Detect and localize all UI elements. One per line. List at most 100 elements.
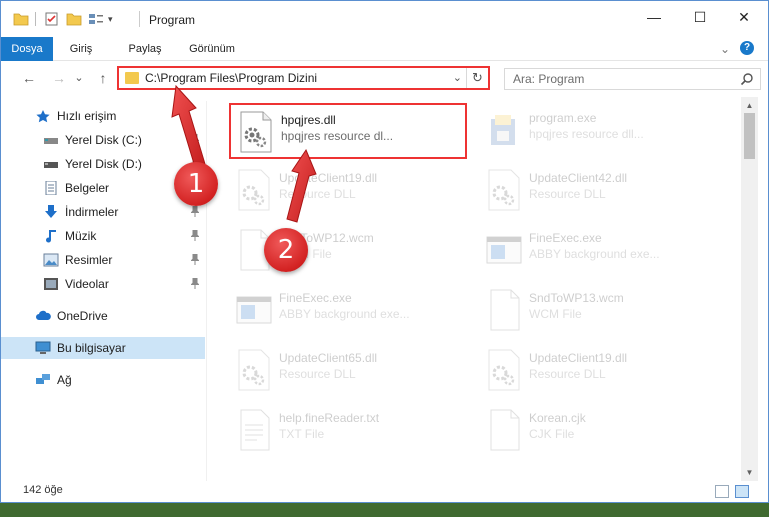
pin-icon[interactable] <box>191 254 199 265</box>
file-tile-fineexec-exe[interactable]: FineExec.exe ABBY background exe... <box>229 283 467 339</box>
download-icon <box>45 205 57 218</box>
dll-gear-icon <box>238 349 270 391</box>
sidebar-item-music[interactable]: Müzik <box>1 225 205 247</box>
file-tile-fineexec-exe[interactable]: FineExec.exe ABBY background exe... <box>479 223 717 279</box>
file-description: hpqjres resource dl... <box>281 129 394 143</box>
help-icon[interactable]: ? <box>740 41 754 55</box>
pin-icon[interactable] <box>191 134 199 145</box>
file-description: hpqjres resource dll... <box>529 127 644 141</box>
navigation-pane: Hızlı erişim Yerel Disk (C:) Yerel Disk … <box>1 101 205 481</box>
ribbon-expand-chevron-icon[interactable]: ⌄ <box>717 37 733 61</box>
vertical-scrollbar[interactable]: ▲ ▼ <box>741 97 758 481</box>
sidebar-item-label: OneDrive <box>57 309 108 323</box>
sidebar-item-local-disk-d[interactable]: Yerel Disk (D:) <box>1 153 205 175</box>
file-name: FineExec.exe <box>279 291 352 305</box>
file-tile-updateclient19-dll-2[interactable]: UpdateClient19.dll Resource DLL <box>479 343 717 399</box>
scroll-up-arrow-icon[interactable]: ▲ <box>741 97 758 114</box>
search-icon[interactable] <box>740 72 754 86</box>
pane-divider[interactable] <box>206 101 207 481</box>
properties-icon[interactable] <box>44 12 60 26</box>
file-tile-help-finereader-txt[interactable]: help.fineReader.txt TXT File <box>229 403 467 459</box>
dll-gear-icon <box>488 169 520 211</box>
details-view-icon[interactable] <box>715 485 729 498</box>
sidebar-item-this-pc[interactable]: Bu bilgisayar <box>1 337 205 359</box>
back-button[interactable]: ← <box>19 69 39 87</box>
sidebar-item-label: Belgeler <box>65 181 110 195</box>
pictures-icon <box>43 253 59 267</box>
address-dropdown-icon[interactable]: ⌄ <box>453 71 462 84</box>
sidebar-item-label: Hızlı erişim <box>57 109 117 123</box>
file-tile-updateclient19-dll[interactable]: UpdateClient19.dll Resource DLL <box>229 163 467 219</box>
address-bar[interactable]: C:\Program Files\Program Dizini ⌄ ↻ <box>117 66 490 90</box>
item-count: 142 öğe <box>23 484 63 496</box>
app-window-icon <box>486 236 522 264</box>
file-tile-hpqjres-dll[interactable]: hpqjres.dll hpqjres resource dl... <box>229 103 467 159</box>
customize-toolbar-chevron-icon[interactable]: ▾ <box>108 14 113 25</box>
documents-icon <box>45 181 57 195</box>
forward-button[interactable]: → <box>49 69 69 87</box>
file-description: ABBY background exe... <box>279 307 410 321</box>
sidebar-item-local-disk-c[interactable]: Yerel Disk (C:) <box>1 129 205 151</box>
explorer-window: ▾ Program — ☐ ✕ Dosya Giriş Paylaş Görün… <box>0 0 769 503</box>
minimize-button[interactable]: — <box>631 1 677 33</box>
search-box[interactable]: Ara: Program <box>504 68 761 90</box>
address-path[interactable]: C:\Program Files\Program Dizini <box>145 71 317 85</box>
file-tile-korean-cjk[interactable]: Korean.cjk CJK File <box>479 403 717 459</box>
file-tile-updateclient65-dll[interactable]: UpdateClient65.dll Resource DLL <box>229 343 467 399</box>
file-name: program.exe <box>529 111 597 125</box>
sidebar-item-onedrive[interactable]: OneDrive <box>1 305 205 327</box>
file-name: Korean.cjk <box>529 411 586 425</box>
videos-icon <box>44 278 58 290</box>
file-name: UpdateClient19.dll <box>529 351 628 365</box>
sidebar-item-quick-access[interactable]: Hızlı erişim <box>1 105 205 127</box>
quick-access-toolbar: ▾ <box>13 10 113 28</box>
ribbon-tabs: Dosya Giriş Paylaş Görünüm ⌄ ? <box>1 37 768 61</box>
sidebar-item-label: Müzik <box>65 229 97 243</box>
view-options-icon[interactable] <box>88 12 104 26</box>
file-name: UpdateClient19.dll <box>279 171 378 185</box>
file-description: TXT File <box>279 427 325 441</box>
file-name: hpqjres.dll <box>281 113 336 127</box>
large-icons-view-icon[interactable] <box>735 485 749 498</box>
file-description: WCM File <box>529 307 582 321</box>
file-description: CJK File <box>529 427 575 441</box>
recent-locations-button[interactable]: ⌄ <box>73 69 85 87</box>
tab-file[interactable]: Dosya <box>1 37 53 61</box>
file-tile-sndtowp13-wcm[interactable]: SndToWP13.wcm WCM File <box>479 283 717 339</box>
cloud-icon <box>36 310 51 320</box>
file-description: Resource DLL <box>279 187 356 201</box>
folder-icon <box>13 13 29 26</box>
scroll-down-arrow-icon[interactable]: ▼ <box>741 464 758 481</box>
sidebar-item-label: Videolar <box>65 277 109 291</box>
status-bar: 142 öğe <box>1 481 768 502</box>
sidebar-item-videos[interactable]: Videolar <box>1 273 205 295</box>
close-button[interactable]: ✕ <box>721 1 767 33</box>
sidebar-item-label: Ağ <box>57 373 72 387</box>
tab-view[interactable]: Görünüm <box>181 37 243 61</box>
scroll-thumb[interactable] <box>744 113 755 159</box>
file-tile-program-exe[interactable]: program.exe hpqjres resource dll... <box>479 103 717 159</box>
pin-icon[interactable] <box>191 230 199 241</box>
up-button[interactable]: ↑ <box>93 69 113 87</box>
new-folder-icon[interactable] <box>66 12 82 26</box>
title-bar: ▾ Program — ☐ ✕ <box>1 1 768 37</box>
sidebar-item-label: Bu bilgisayar <box>57 341 126 355</box>
sidebar-item-downloads[interactable]: İndirmeler <box>1 201 205 223</box>
pin-icon[interactable] <box>191 278 199 289</box>
tab-share[interactable]: Paylaş <box>121 37 169 61</box>
computer-icon <box>35 341 51 354</box>
sidebar-item-network[interactable]: Ağ <box>1 369 205 391</box>
sidebar-item-pictures[interactable]: Resimler <box>1 249 205 271</box>
pin-icon[interactable] <box>191 206 199 217</box>
maximize-button[interactable]: ☐ <box>677 1 723 33</box>
tab-home[interactable]: Giriş <box>61 37 101 61</box>
refresh-button[interactable]: ↻ <box>466 68 488 88</box>
star-icon <box>36 110 50 123</box>
sidebar-item-label: İndirmeler <box>65 205 119 219</box>
search-placeholder: Ara: Program <box>513 72 585 86</box>
folder-icon <box>125 72 139 84</box>
file-tile-updateclient42-dll[interactable]: UpdateClient42.dll Resource DLL <box>479 163 717 219</box>
file-description: Resource DLL <box>529 187 606 201</box>
app-window-icon <box>236 296 272 324</box>
blank-file-icon <box>490 409 520 451</box>
